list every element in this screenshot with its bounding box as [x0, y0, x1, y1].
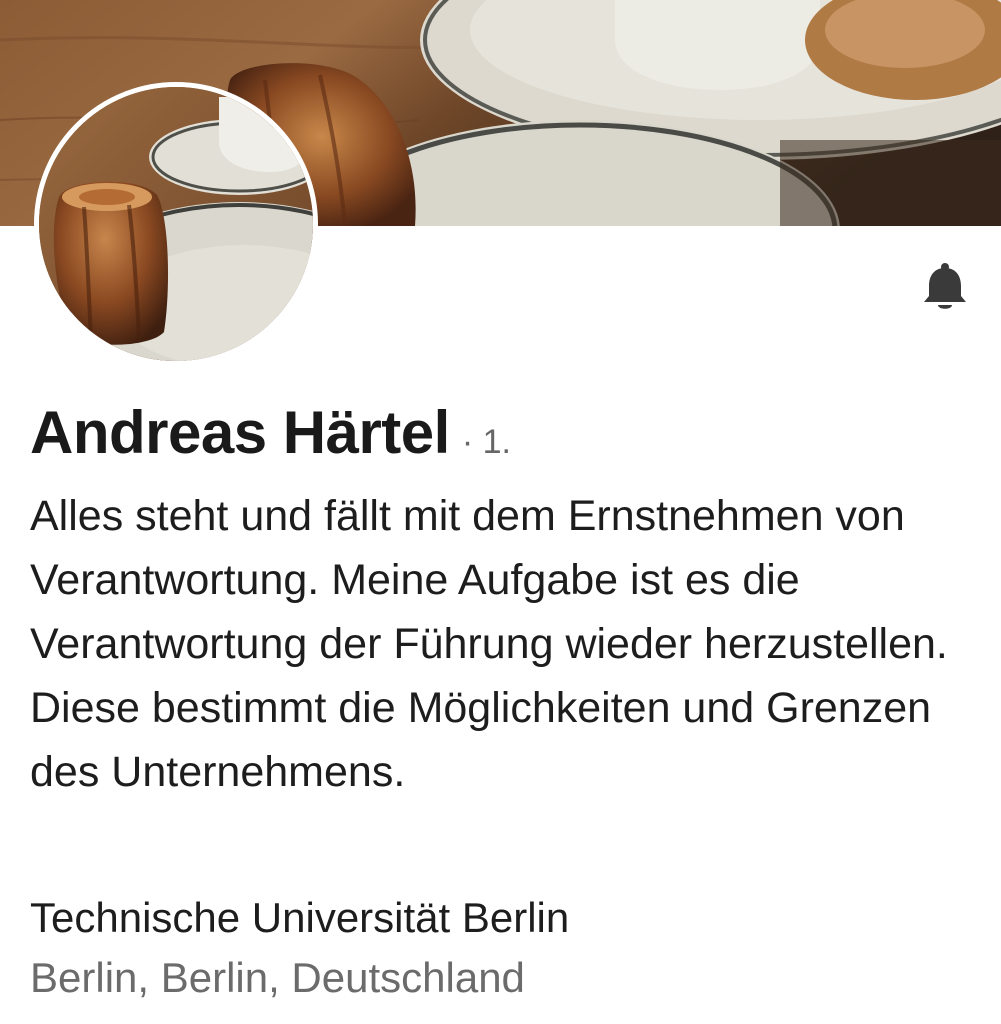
connection-degree: · 1.	[461, 423, 511, 461]
bell-icon[interactable]	[918, 260, 972, 314]
profile-name: Andreas Härtel	[30, 399, 450, 466]
profile-headline: Alles steht und fällt mit dem Ernstnehme…	[30, 492, 948, 796]
profile-photo[interactable]	[34, 82, 318, 366]
name-row: Andreas Härtel · 1.	[30, 398, 511, 467]
education-link[interactable]: Technische Universität Berlin	[30, 894, 569, 942]
profile-page: Andreas Härtel · 1. Alles steht und fäll…	[0, 0, 1001, 1024]
location-text: Berlin, Berlin, Deutschland	[30, 954, 525, 1001]
